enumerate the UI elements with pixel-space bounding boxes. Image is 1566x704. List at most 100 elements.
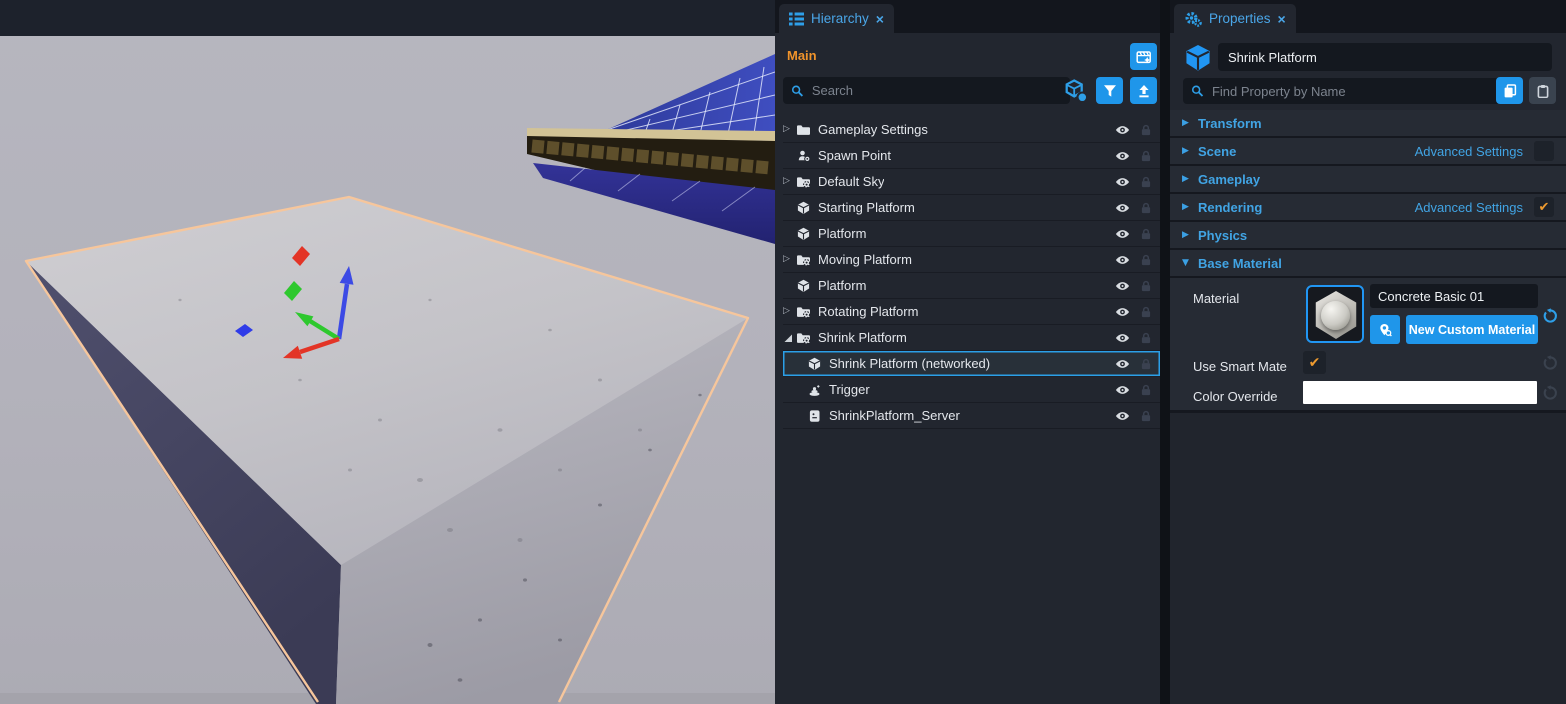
visibility-eye-icon[interactable]	[1114, 279, 1131, 293]
locate-material-button[interactable]	[1370, 315, 1400, 344]
lock-icon[interactable]	[1140, 201, 1152, 215]
visibility-eye-icon[interactable]	[1114, 357, 1131, 371]
expander-collapsed-icon[interactable]: ▷	[783, 255, 796, 264]
tree-item-shrinkplatform-server[interactable]: ShrinkPlatform_Server	[783, 403, 1160, 429]
section-physics[interactable]: ▶ Physics	[1170, 222, 1566, 250]
tree-item-gameplay-settings[interactable]: ▷ Gameplay Settings	[783, 117, 1160, 143]
world-capture-button[interactable]	[1130, 43, 1157, 70]
folder-gear-icon	[796, 175, 811, 189]
lock-icon[interactable]	[1140, 123, 1152, 137]
solar-panel-platform[interactable]	[527, 54, 775, 244]
lock-icon[interactable]	[1140, 383, 1152, 397]
export-button[interactable]	[1130, 77, 1157, 104]
section-scene[interactable]: ▶ Scene Advanced Settings	[1170, 138, 1566, 166]
lock-icon[interactable]	[1140, 175, 1152, 189]
properties-tab-bar: Properties ×	[1170, 0, 1566, 33]
tree-item-platform[interactable]: Platform	[783, 221, 1160, 247]
hierarchy-panel: Hierarchy × Main ▷ Gameplay Settings Spa…	[775, 0, 1160, 704]
cube-icon	[796, 279, 811, 293]
close-icon[interactable]: ×	[1278, 12, 1286, 26]
visibility-eye-icon[interactable]	[1114, 201, 1131, 215]
lock-icon[interactable]	[1140, 227, 1152, 241]
asset-cube-dot-icon[interactable]	[1063, 79, 1089, 103]
visibility-eye-icon[interactable]	[1114, 305, 1131, 319]
tree-item-label: Shrink Platform	[818, 330, 907, 345]
hierarchy-tab-bar: Hierarchy ×	[775, 0, 1160, 33]
visibility-eye-icon[interactable]	[1114, 227, 1131, 241]
tree-item-rotating-platform[interactable]: ▷ Rotating Platform	[783, 299, 1160, 325]
reset-smart-mate-icon[interactable]	[1542, 355, 1558, 371]
tab-properties[interactable]: Properties ×	[1174, 4, 1296, 33]
advanced-settings-checkbox-checked[interactable]: ✔	[1534, 197, 1554, 217]
property-search-input[interactable]	[1210, 83, 1497, 100]
section-gameplay[interactable]: ▶ Gameplay	[1170, 166, 1566, 194]
visibility-eye-icon[interactable]	[1114, 253, 1131, 267]
section-base-material[interactable]: ▼ Base Material	[1170, 250, 1566, 278]
visibility-eye-icon[interactable]	[1114, 383, 1131, 397]
lock-icon[interactable]	[1140, 357, 1152, 371]
shrink-platform-object[interactable]	[26, 197, 748, 704]
property-search-box[interactable]	[1183, 78, 1505, 104]
lock-icon[interactable]	[1140, 149, 1152, 163]
expander-collapsed-icon[interactable]: ▷	[783, 177, 796, 186]
tree-item-shrink-platform-networked[interactable]: Shrink Platform (networked)	[783, 351, 1160, 377]
section-label: Rendering	[1198, 200, 1262, 215]
visibility-eye-icon[interactable]	[1114, 123, 1131, 137]
tree-item-moving-platform[interactable]: ▷ Moving Platform	[783, 247, 1160, 273]
tree-item-label: Platform	[818, 226, 866, 241]
panel-divider[interactable]	[1160, 0, 1170, 704]
section-label: Gameplay	[1198, 172, 1260, 187]
expander-collapsed-icon[interactable]: ▷	[783, 125, 796, 134]
hierarchy-search-input[interactable]	[810, 82, 1062, 99]
tree-item-shrink-platform[interactable]: Shrink Platform	[783, 325, 1160, 351]
context-label-main: Main	[787, 48, 817, 63]
hierarchy-tree: ▷ Gameplay Settings Spawn Point ▷ Defaul…	[775, 117, 1160, 429]
tree-item-label: Shrink Platform (networked)	[829, 356, 990, 371]
tree-item-platform-2[interactable]: Platform	[783, 273, 1160, 299]
lock-icon[interactable]	[1140, 253, 1152, 267]
tree-item-starting-platform[interactable]: Starting Platform	[783, 195, 1160, 221]
tree-item-label: Starting Platform	[818, 200, 915, 215]
tab-hierarchy[interactable]: Hierarchy ×	[779, 4, 894, 33]
section-rendering[interactable]: ▶ Rendering Advanced Settings ✔	[1170, 194, 1566, 222]
reset-material-icon[interactable]	[1542, 308, 1558, 324]
visibility-eye-icon[interactable]	[1114, 331, 1131, 345]
advanced-settings-label: Advanced Settings	[1415, 200, 1523, 215]
search-icon	[791, 84, 804, 98]
tree-item-label: Platform	[818, 278, 866, 293]
section-label: Base Material	[1198, 256, 1282, 271]
paste-properties-button[interactable]	[1529, 77, 1556, 104]
color-override-swatch[interactable]	[1303, 381, 1537, 404]
search-icon	[1191, 84, 1204, 98]
section-transform[interactable]: ▶ Transform	[1170, 110, 1566, 138]
close-icon[interactable]: ×	[876, 12, 884, 26]
expander-collapsed-icon[interactable]: ▷	[783, 307, 796, 316]
lock-icon[interactable]	[1140, 279, 1152, 293]
tree-item-spawn-point[interactable]: Spawn Point	[783, 143, 1160, 169]
tree-item-trigger[interactable]: Trigger	[783, 377, 1160, 403]
visibility-eye-icon[interactable]	[1114, 149, 1131, 163]
hierarchy-search-box[interactable]	[783, 77, 1070, 104]
advanced-settings-label: Advanced Settings	[1415, 144, 1523, 159]
visibility-eye-icon[interactable]	[1114, 409, 1131, 423]
reset-color-override-icon[interactable]	[1542, 385, 1558, 401]
advanced-settings-checkbox-unchecked[interactable]	[1534, 141, 1554, 161]
lock-icon[interactable]	[1140, 305, 1152, 319]
tree-item-default-sky[interactable]: ▷ Default Sky	[783, 169, 1160, 195]
base-material-body: Material New Custom Material Use Smart M…	[1170, 278, 1566, 410]
object-type-cube-icon	[1184, 44, 1212, 72]
folder-gear-icon	[796, 331, 811, 345]
expander-expanded-icon[interactable]	[783, 333, 796, 343]
material-name-field[interactable]	[1370, 284, 1538, 308]
lock-icon[interactable]	[1140, 331, 1152, 345]
object-name-field[interactable]	[1218, 43, 1552, 71]
new-custom-material-button[interactable]: New Custom Material	[1406, 315, 1538, 344]
use-smart-mate-checkbox[interactable]: ✔	[1303, 351, 1326, 374]
visibility-eye-icon[interactable]	[1114, 175, 1131, 189]
filter-button[interactable]	[1096, 77, 1123, 104]
viewport-3d[interactable]	[0, 0, 775, 704]
copy-properties-button[interactable]	[1496, 77, 1523, 104]
material-thumbnail[interactable]	[1306, 285, 1364, 343]
viewport-scene	[0, 0, 775, 704]
lock-icon[interactable]	[1140, 409, 1152, 423]
